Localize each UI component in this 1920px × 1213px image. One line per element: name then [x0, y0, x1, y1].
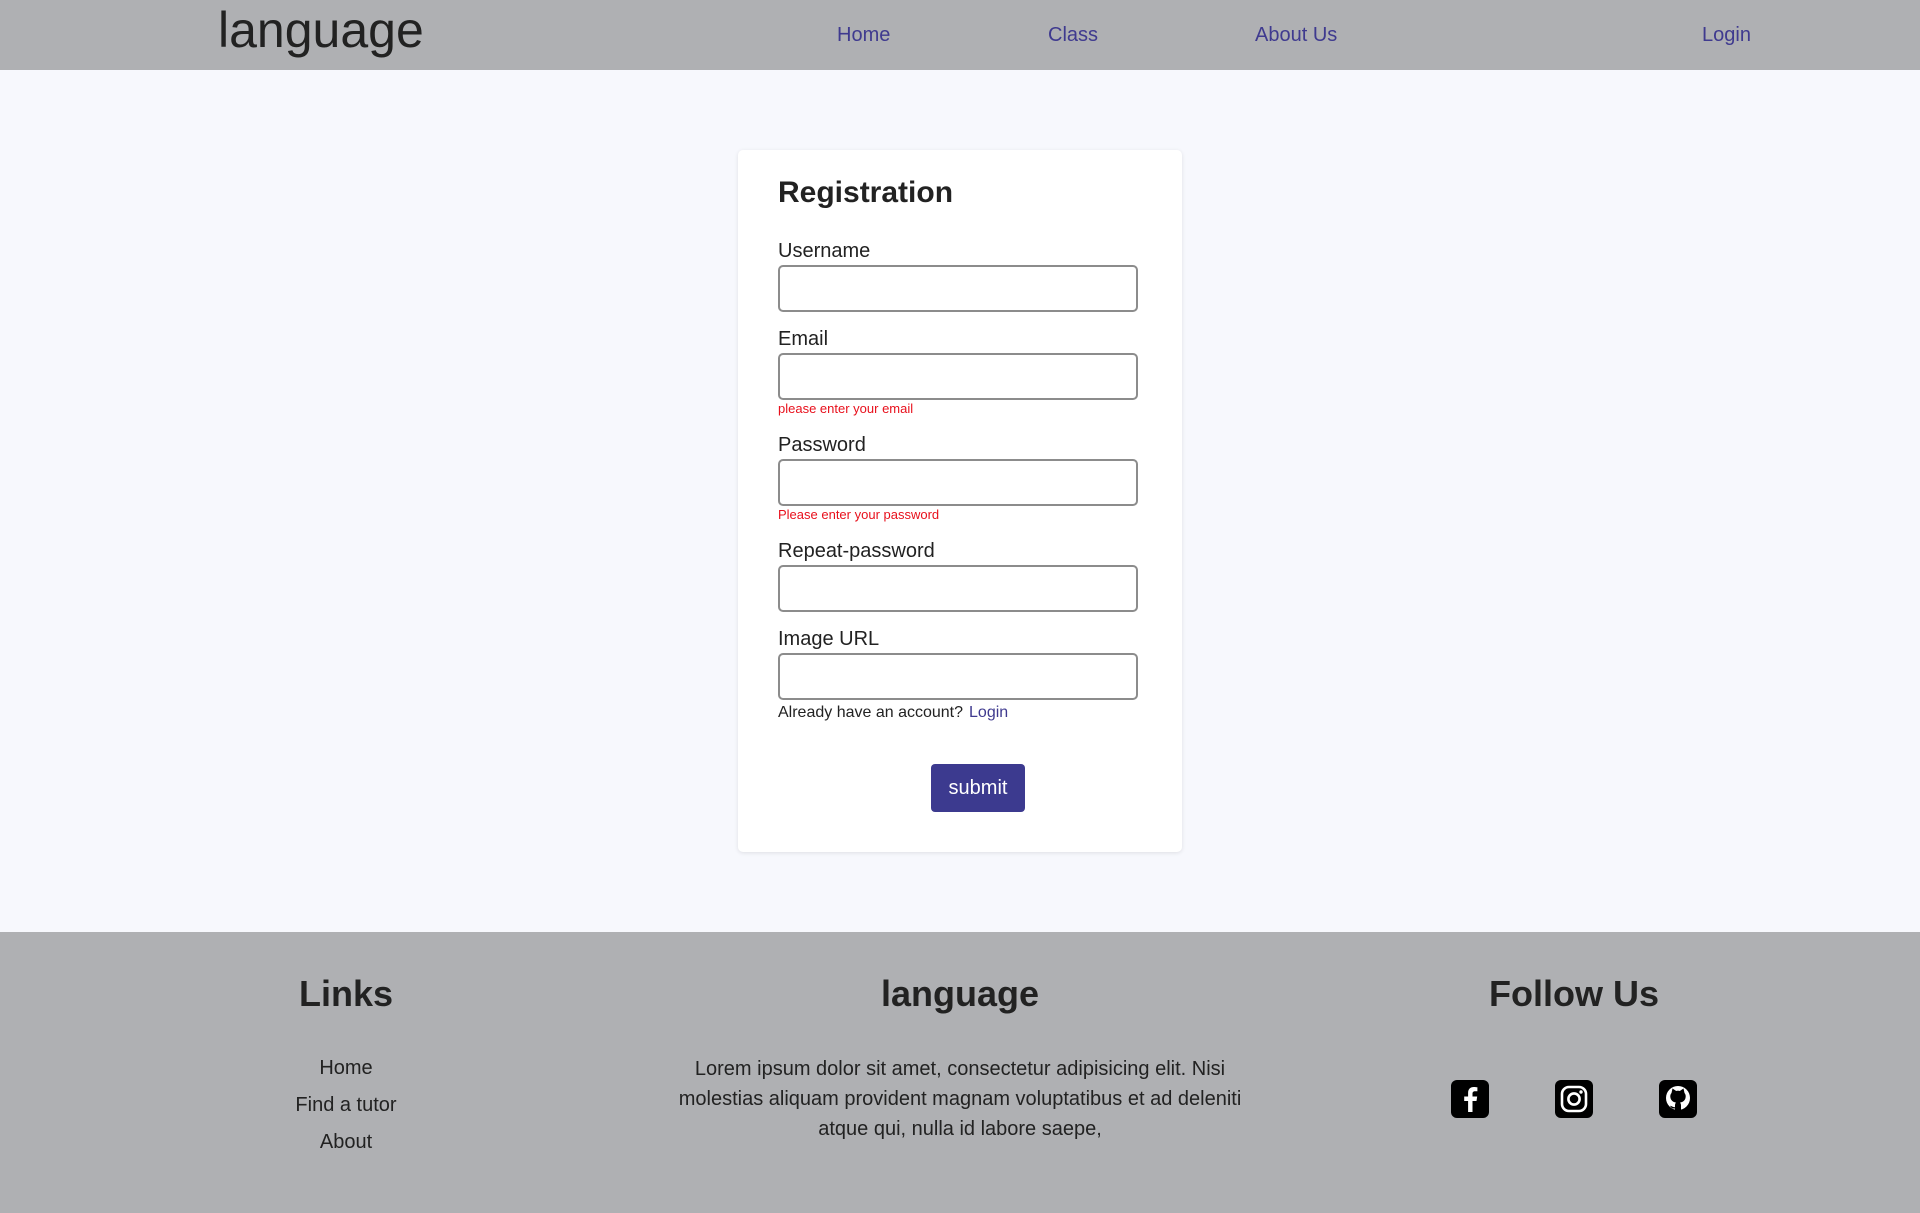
account-prompt-line: Already have an account? Login: [778, 703, 1008, 723]
registration-title: Registration: [778, 176, 954, 209]
footer: Links Home Find a tutor About language L…: [0, 932, 1920, 1213]
submit-button[interactable]: submit: [931, 764, 1025, 812]
instagram-icon[interactable]: [1555, 1080, 1593, 1118]
password-input[interactable]: [778, 459, 1138, 506]
footer-links-heading: Links: [298, 973, 394, 1014]
nav-about-link[interactable]: About Us: [1255, 22, 1337, 48]
image-url-input[interactable]: [778, 653, 1138, 700]
footer-brand-heading: language: [880, 973, 1040, 1014]
registration-card: Registration Username Email please enter…: [738, 150, 1182, 852]
repeat-password-input[interactable]: [778, 565, 1138, 612]
top-navbar: language Home Class About Us Login: [0, 0, 1920, 70]
email-input[interactable]: [778, 353, 1138, 400]
password-error: Please enter your password: [778, 507, 940, 522]
github-icon[interactable]: [1659, 1080, 1697, 1118]
footer-link-find-tutor[interactable]: Find a tutor: [196, 1087, 496, 1124]
footer-brand-text: Lorem ipsum dolor sit amet, consectetur …: [678, 1058, 1242, 1140]
facebook-icon[interactable]: [1451, 1080, 1489, 1118]
footer-links-list: Home Find a tutor About: [196, 1050, 496, 1161]
account-prompt-text: Already have an account?: [778, 704, 964, 721]
login-link[interactable]: Login: [969, 704, 1008, 721]
email-error: please enter your email: [778, 401, 914, 416]
brand-logo[interactable]: language: [218, 0, 424, 60]
nav-login-link[interactable]: Login: [1702, 22, 1751, 48]
username-input[interactable]: [778, 265, 1138, 312]
password-label: Password: [778, 434, 866, 456]
username-label: Username: [778, 240, 871, 262]
nav-home-link[interactable]: Home: [837, 22, 890, 48]
footer-link-home[interactable]: Home: [196, 1050, 496, 1087]
nav-class-link[interactable]: Class: [1048, 22, 1098, 48]
email-label: Email: [778, 328, 829, 350]
footer-link-about[interactable]: About: [196, 1124, 496, 1161]
footer-follow-heading: Follow Us: [1489, 973, 1659, 1014]
repeat-password-label: Repeat-password: [778, 540, 935, 562]
image-url-label: Image URL: [778, 628, 880, 650]
